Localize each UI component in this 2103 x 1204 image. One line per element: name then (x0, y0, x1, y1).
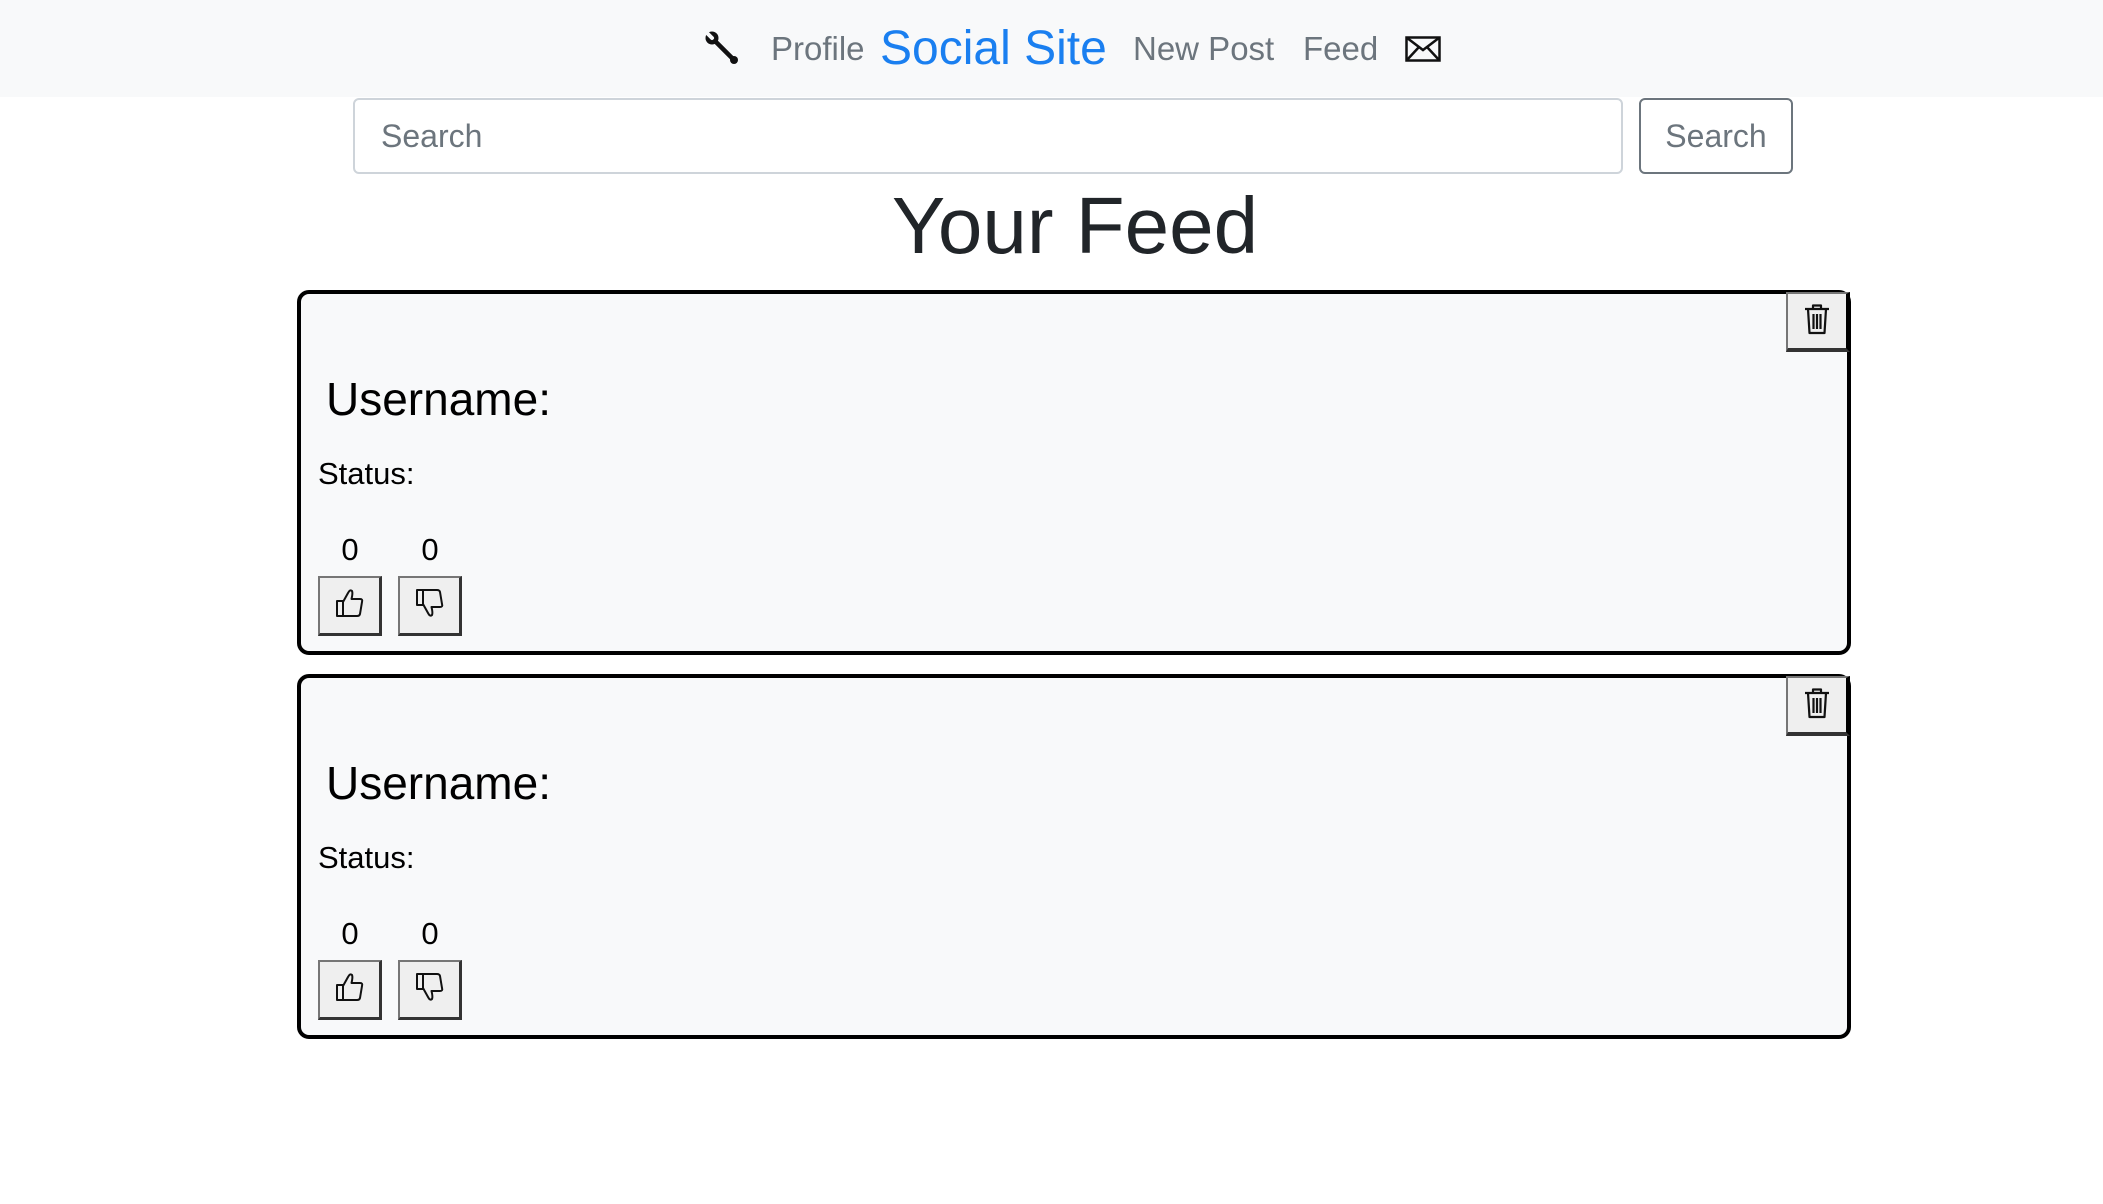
username-label: Username: (326, 757, 551, 809)
envelope-icon[interactable] (1405, 0, 1441, 97)
nav-new-post-label: New Post (1133, 29, 1275, 67)
delete-post-button[interactable] (1786, 292, 1850, 352)
wrench-icon[interactable] (703, 0, 743, 97)
page-title: Your Feed (891, 181, 1259, 270)
navbar: Profile Social Site New Post Feed (0, 0, 2103, 97)
delete-post-button[interactable] (1786, 676, 1850, 736)
post-card: Username: Status: 0 0 (297, 674, 1851, 1039)
trash-icon (1803, 303, 1831, 340)
status-label: Status: (318, 456, 415, 491)
post-card: Username: Status: 0 0 (297, 290, 1851, 655)
nav-profile-label: Profile (771, 29, 865, 67)
search-button[interactable]: Search (1639, 98, 1793, 174)
nav-feed-label: Feed (1303, 29, 1379, 67)
thumbs-up-icon (335, 971, 365, 1008)
dislike-button[interactable] (398, 960, 462, 1020)
brand-label: Social Site (880, 22, 1107, 75)
username-label: Username: (326, 373, 551, 425)
status-label: Status: (318, 840, 415, 875)
brand-link[interactable]: Social Site (880, 0, 1107, 97)
dislike-button[interactable] (398, 576, 462, 636)
trash-icon (1803, 687, 1831, 724)
like-count: 0 (341, 916, 359, 951)
thumbs-down-icon (415, 971, 445, 1008)
nav-profile-link[interactable]: Profile (771, 0, 865, 97)
dislike-count: 0 (421, 532, 439, 567)
like-button[interactable] (318, 576, 382, 636)
like-count: 0 (341, 532, 359, 567)
like-button[interactable] (318, 960, 382, 1020)
nav-new-post-link[interactable]: New Post (1133, 0, 1274, 97)
nav-feed-link[interactable]: Feed (1303, 0, 1378, 97)
thumbs-down-icon (415, 587, 445, 624)
dislike-count: 0 (421, 916, 439, 951)
thumbs-up-icon (335, 587, 365, 624)
search-input[interactable] (353, 98, 1623, 174)
